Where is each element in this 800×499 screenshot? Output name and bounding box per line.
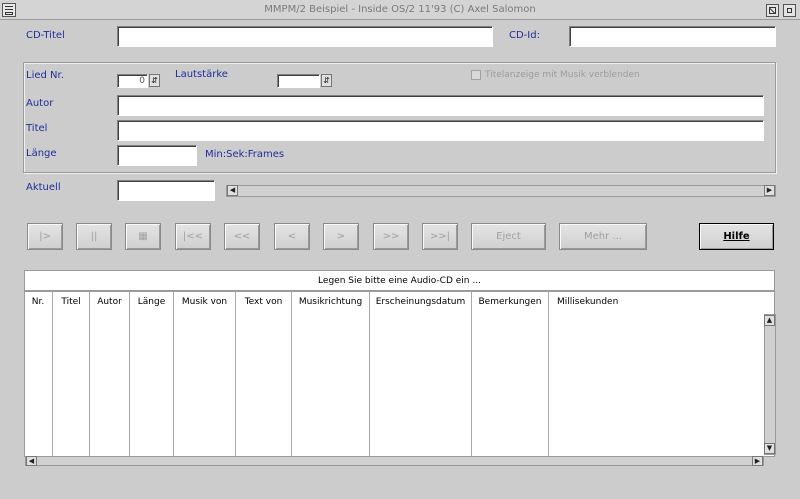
arrow-right-icon[interactable]: ▶ (752, 456, 763, 466)
column-header-nr[interactable]: Nr. (24, 297, 52, 307)
spin-arrows-icon[interactable]: ⇵ (321, 74, 332, 87)
song-nr-input[interactable]: 0 (117, 74, 148, 88)
column-divider (369, 292, 370, 456)
restore-icon[interactable] (783, 4, 796, 17)
column-divider (52, 292, 53, 456)
position-scrollbar[interactable] (226, 185, 776, 197)
column-header-erscheinungsdatum[interactable]: Erscheinungsdatum (370, 297, 471, 307)
song-nr-label: Lied Nr. (26, 70, 64, 81)
author-label: Autor (26, 98, 54, 109)
current-input[interactable] (117, 180, 215, 201)
column-header-bemerkungen[interactable]: Bemerkungen (472, 297, 548, 307)
volume-input[interactable] (277, 74, 320, 88)
column-divider (471, 292, 472, 456)
length-input[interactable] (117, 145, 197, 166)
column-header-titel[interactable]: Titel (53, 297, 89, 307)
arrow-up-icon[interactable]: ▲ (764, 315, 775, 326)
column-divider (235, 292, 236, 456)
column-header-millisekunden[interactable]: Millisekunden (557, 297, 618, 307)
column-divider (291, 292, 292, 456)
column-header-text-von[interactable]: Text von (236, 297, 291, 307)
fade-checkbox[interactable] (471, 70, 481, 80)
spin-arrows-icon[interactable]: ⇵ (149, 74, 160, 87)
arrow-right-icon[interactable]: ▶ (764, 185, 775, 196)
fast-forward-button[interactable]: >> (373, 223, 409, 250)
column-header-musikrichtung[interactable]: Musikrichtung (292, 297, 369, 307)
length-unit-label: Min:Sek:Frames (205, 149, 285, 160)
window-title: MMPM/2 Beispiel - Inside OS/2 11'93 (C) … (264, 4, 536, 15)
arrow-left-icon[interactable]: ◀ (227, 185, 238, 196)
help-button[interactable]: Hilfe (699, 223, 774, 250)
author-input[interactable] (117, 95, 764, 116)
arrow-left-icon[interactable]: ◀ (26, 456, 37, 466)
maximize-icon[interactable] (766, 4, 779, 17)
cd-title-label: CD-Titel (26, 30, 65, 41)
list-horizontal-scrollbar[interactable] (25, 456, 764, 466)
column-divider (548, 292, 549, 456)
column-divider (173, 292, 174, 456)
column-header-musik-von[interactable]: Musik von (174, 297, 235, 307)
eject-button[interactable]: Eject (471, 223, 546, 250)
previous-track-button[interactable]: < (274, 223, 310, 250)
column-header-autor[interactable]: Autor (90, 297, 129, 307)
first-track-button[interactable]: |<< (175, 223, 211, 250)
arrow-down-icon[interactable]: ▼ (764, 443, 775, 454)
column-header-laenge[interactable]: Länge (130, 297, 173, 307)
list-vertical-scrollbar[interactable] (764, 314, 776, 455)
cd-title-input[interactable] (117, 26, 493, 47)
track-list[interactable] (24, 291, 775, 457)
stop-button[interactable]: ▦ (125, 223, 161, 250)
fade-label: Titelanzeige mit Musik verblenden (485, 70, 640, 80)
cd-id-label: CD-Id: (509, 30, 540, 41)
length-label: Länge (26, 148, 57, 159)
rewind-button[interactable]: << (224, 223, 260, 250)
last-track-button[interactable]: >>| (422, 223, 458, 250)
column-divider (129, 292, 130, 456)
volume-label: Lautstärke (175, 69, 228, 80)
current-label: Aktuell (26, 182, 61, 193)
column-divider (89, 292, 90, 456)
next-track-button[interactable]: > (323, 223, 359, 250)
play-button[interactable]: |> (27, 223, 63, 250)
list-status: Legen Sie bitte eine Audio-CD ein ... (24, 270, 775, 291)
song-title-label: Titel (26, 123, 48, 134)
more-button[interactable]: Mehr ... (559, 223, 647, 250)
song-title-input[interactable] (117, 120, 764, 141)
cd-id-input[interactable] (569, 26, 776, 47)
pause-button[interactable]: || (76, 223, 112, 250)
